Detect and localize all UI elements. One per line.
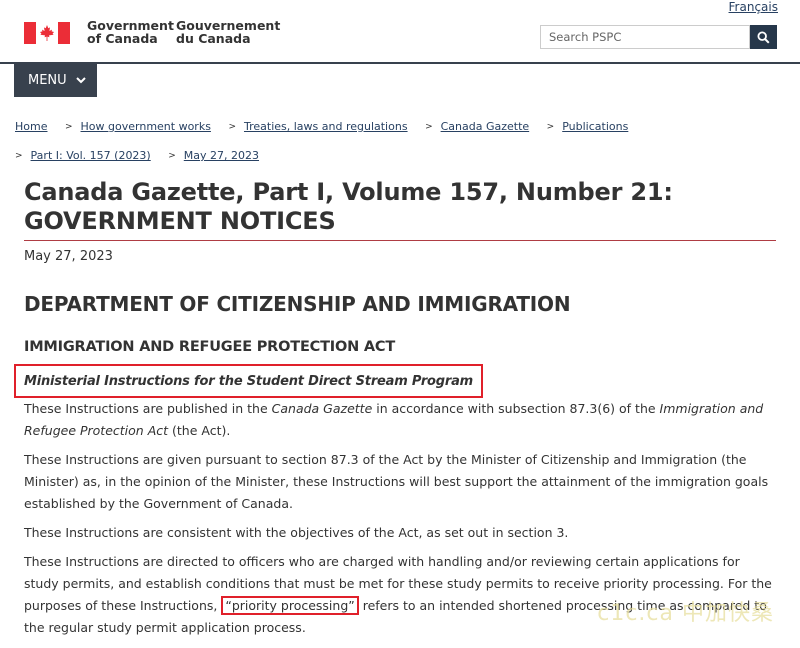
instructions-heading: Ministerial Instructions for the Student… xyxy=(14,364,483,398)
site-header: Government of Canada Gouvernement du Can… xyxy=(0,0,800,64)
watermark-text: c1c.ca 中加快桑 xyxy=(597,601,774,626)
chevron-right-icon: > xyxy=(168,151,176,161)
breadcrumb-item-may-27-2023: > May 27, 2023 xyxy=(168,149,260,162)
breadcrumb-item-part-i-vol-157: > Part I: Vol. 157 (2023) xyxy=(15,149,151,162)
highlighted-term: “priority processing” xyxy=(221,596,359,615)
page-title: Canada Gazette, Part I, Volume 157, Numb… xyxy=(24,178,776,241)
chevron-right-icon: > xyxy=(228,122,236,132)
paragraph-consistent: These Instructions are consistent with t… xyxy=(24,525,569,540)
chevron-right-icon: > xyxy=(546,122,555,132)
government-of-canada-wordmark[interactable]: Government of Canada xyxy=(87,19,174,45)
breadcrumb-item-home: Home xyxy=(15,120,48,133)
publication-date: May 27, 2023 xyxy=(24,249,113,264)
search-form xyxy=(540,25,777,49)
gouvernement-du-canada-wordmark[interactable]: Gouvernement du Canada xyxy=(176,19,280,45)
chevron-right-icon: > xyxy=(425,122,433,132)
chevron-right-icon: > xyxy=(64,122,73,132)
maple-leaf-icon xyxy=(40,25,54,41)
chevron-right-icon: > xyxy=(15,151,23,161)
search-button[interactable] xyxy=(750,25,777,49)
search-input[interactable] xyxy=(540,25,750,49)
act-heading: IMMIGRATION AND REFUGEE PROTECTION ACT xyxy=(24,339,396,355)
breadcrumb-item-treaties: > Treaties, laws and regulations xyxy=(228,120,408,133)
department-heading: DEPARTMENT OF CITIZENSHIP AND IMMIGRATIO… xyxy=(24,292,571,316)
breadcrumb-item-how-government-works: > How government works xyxy=(64,120,211,133)
menu-button-label: MENU xyxy=(28,73,67,88)
paragraph-pursuant: These Instructions are given pursuant to… xyxy=(24,452,769,511)
paragraph-publication: These Instructions are published in the … xyxy=(24,401,764,438)
breadcrumb-item-publications: > Publications xyxy=(546,120,629,133)
breadcrumb: Home > How government works > Treaties, la… xyxy=(15,113,785,171)
menu-button[interactable]: MENU xyxy=(14,64,97,97)
search-icon xyxy=(757,30,770,44)
breadcrumb-item-canada-gazette: > Canada Gazette xyxy=(425,120,530,133)
canada-flag-icon xyxy=(24,22,70,44)
chevron-down-icon xyxy=(75,77,86,84)
